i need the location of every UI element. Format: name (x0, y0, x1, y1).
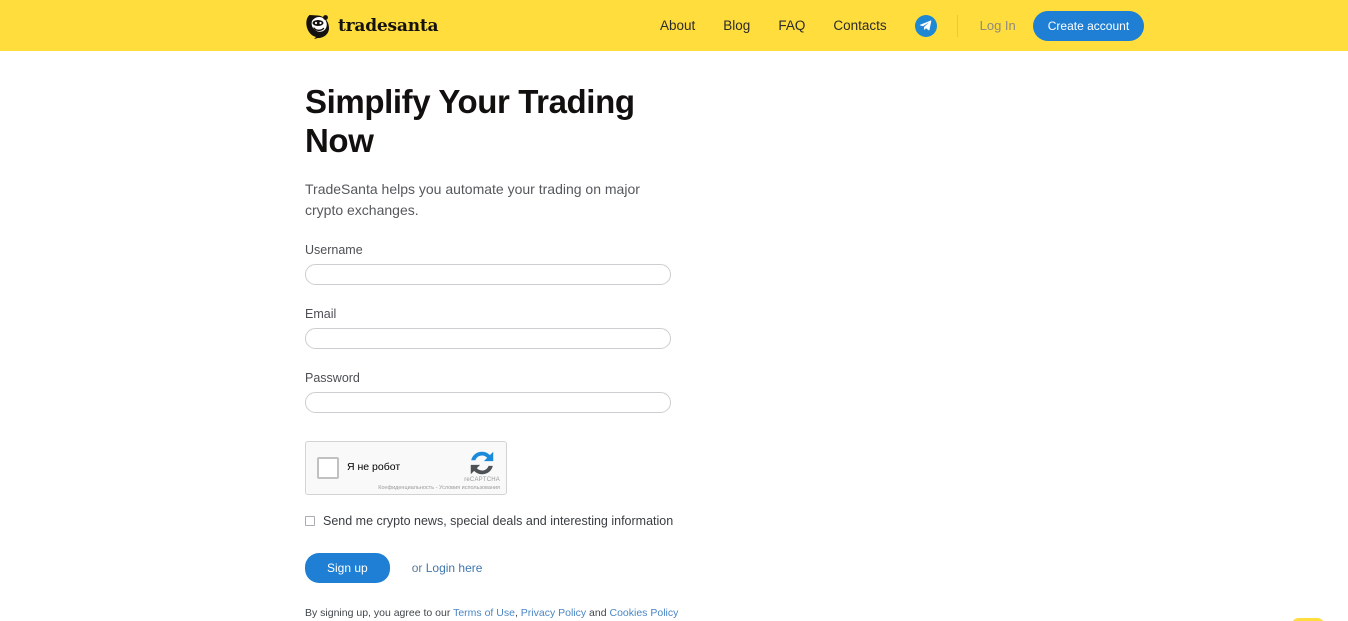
recaptcha-checkbox[interactable] (317, 457, 339, 479)
privacy-policy-link[interactable]: Privacy Policy (521, 607, 586, 619)
signup-panel: Simplify Your Trading Now TradeSanta hel… (305, 82, 725, 619)
login-here-link[interactable]: Login here (426, 561, 483, 575)
recaptcha-label: Я не робот (347, 461, 401, 473)
cookies-policy-link[interactable]: Cookies Policy (610, 607, 679, 619)
santa-face-icon (305, 12, 331, 40)
recaptcha-logo-icon (467, 448, 497, 478)
field-email: Email (305, 307, 725, 349)
form-actions: Sign up or Login here (305, 553, 725, 583)
password-input[interactable] (305, 392, 671, 413)
logo[interactable]: tradesanta (305, 12, 439, 40)
recaptcha-brand: reCAPTCHA (464, 477, 500, 483)
legal-separator-2: and (586, 607, 610, 619)
recaptcha-terms: Конфиденциальность - Условия использован… (378, 485, 500, 491)
newsletter-row: Send me crypto news, special deals and i… (305, 514, 725, 528)
field-password: Password (305, 371, 725, 413)
page-title: Simplify Your Trading Now (305, 83, 635, 159)
site-header: tradesanta About Blog FAQ Contacts Log I… (0, 0, 1348, 51)
nav-item-contacts[interactable]: Contacts (833, 18, 886, 33)
nav-divider (956, 14, 958, 37)
legal-text: By signing up, you agree to our Terms of… (305, 607, 725, 619)
password-label: Password (305, 371, 360, 385)
terms-of-use-link[interactable]: Terms of Use (453, 607, 515, 619)
recaptcha-widget[interactable]: Я не робот reCAPTCHA Конфиденциальность … (305, 441, 507, 495)
login-link[interactable]: Log In (980, 18, 1016, 33)
field-username: Username (305, 243, 725, 285)
username-label: Username (305, 243, 363, 257)
login-here-text: or Login here (412, 561, 483, 575)
email-input[interactable] (305, 328, 671, 349)
login-here-prefix: or (411, 561, 426, 575)
username-input[interactable] (305, 264, 671, 285)
signup-button[interactable]: Sign up (305, 553, 390, 583)
main-navigation: About Blog FAQ Contacts Log In Create ac… (660, 10, 1145, 41)
email-label: Email (305, 307, 337, 321)
page-subtitle: TradeSanta helps you automate your tradi… (305, 181, 640, 218)
logo-text: tradesanta (338, 15, 439, 36)
nav-item-about[interactable]: About (660, 18, 695, 33)
create-account-button[interactable]: Create account (1032, 10, 1145, 41)
nav-item-faq[interactable]: FAQ (778, 18, 805, 33)
telegram-icon[interactable] (914, 14, 937, 37)
newsletter-label: Send me crypto news, special deals and i… (323, 514, 674, 528)
newsletter-checkbox[interactable] (305, 516, 315, 526)
nav-item-blog[interactable]: Blog (723, 18, 750, 33)
legal-prefix: By signing up, you agree to our (305, 607, 454, 619)
